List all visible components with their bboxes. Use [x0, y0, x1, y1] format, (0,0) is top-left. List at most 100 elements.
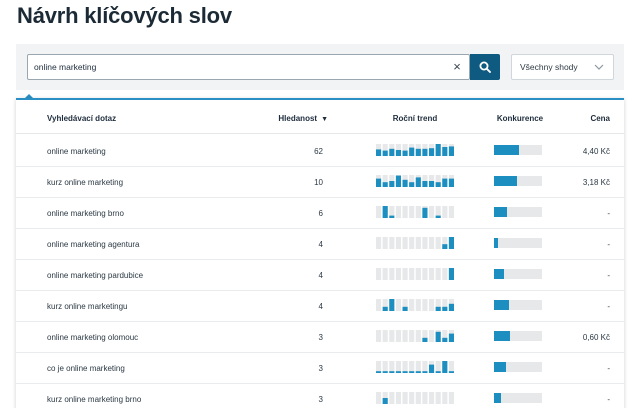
price-cell: 0,60 Kč [582, 333, 610, 342]
trend-bar-bg [409, 299, 415, 311]
results-table: Vyhledávací dotaz Hledanost ▼ Roční trend… [16, 98, 624, 408]
trend-bar-bg [429, 330, 435, 342]
trend-bar-bg [429, 237, 435, 249]
table-row[interactable]: online marketing pardubice 4 - [16, 260, 624, 291]
trend-sparkline [376, 144, 454, 156]
trend-bar-bg [448, 392, 454, 404]
volume-cell: 4 [318, 271, 323, 280]
competition-bar [494, 145, 542, 155]
trend-sparkline [376, 175, 454, 187]
column-header-query[interactable]: Vyhledávací dotaz [47, 114, 116, 123]
column-header-price[interactable]: Cena [556, 114, 610, 123]
trend-bar-bg [409, 268, 415, 280]
trend-bar-bg [395, 237, 401, 249]
trend-bar-bg [395, 392, 401, 404]
trend-bar [389, 299, 395, 311]
trend-bar [422, 337, 428, 342]
trend-sparkline [376, 206, 454, 218]
price-cell: 3,18 Kč [582, 178, 610, 187]
trend-bar [409, 371, 415, 373]
trend-bar [402, 150, 408, 156]
match-type-select[interactable]: Všechny shody [511, 54, 614, 80]
table-row[interactable]: co je online marketing 3 - [16, 353, 624, 384]
keyword-cell[interactable]: online marketing pardubice [47, 271, 143, 280]
keyword-cell[interactable]: online marketing brno [47, 209, 124, 218]
trend-bar [389, 181, 395, 187]
trend-bar-bg [382, 237, 388, 249]
trend-bar [442, 244, 448, 249]
trend-bar-bg [415, 330, 421, 342]
trend-bar [402, 179, 408, 187]
trend-sparkline [376, 392, 454, 404]
close-icon[interactable]: × [451, 60, 463, 74]
trend-bar-bg [415, 206, 421, 218]
table-row[interactable]: online marketing brno 6 - [16, 198, 624, 229]
keyword-cell[interactable]: kurz online marketing [47, 178, 123, 187]
trend-bar [442, 361, 448, 373]
table-row[interactable]: online marketing olomouc 3 0,60 Kč [16, 322, 624, 353]
trend-bar [448, 371, 454, 373]
competition-fill [494, 207, 508, 217]
competition-bar [494, 238, 542, 248]
volume-cell: 10 [314, 178, 323, 187]
keyword-cell[interactable]: co je online marketing [47, 364, 125, 373]
trend-sparkline [376, 330, 454, 342]
trend-bar-bg [415, 268, 421, 280]
keyword-cell[interactable]: online marketing olomouc [47, 333, 138, 342]
search-button[interactable] [470, 54, 500, 80]
trend-bar-bg [389, 392, 395, 404]
trend-bar [442, 337, 448, 342]
search-field[interactable]: × [27, 54, 470, 80]
trend-bar [435, 371, 441, 373]
trend-bar [422, 371, 428, 373]
page-title: Návrh klíčových slov [17, 3, 232, 28]
trend-bar [376, 178, 382, 187]
trend-bar [442, 147, 448, 156]
price-cell: 4,40 Kč [582, 147, 610, 156]
trend-sparkline [376, 237, 454, 249]
trend-bar [389, 371, 395, 373]
table-row[interactable]: online marketing 62 4,40 Kč [16, 136, 624, 167]
match-type-value: Všechny shody [520, 62, 578, 72]
sort-down-icon: ▼ [321, 116, 328, 123]
column-header-volume[interactable]: Hledanost ▼ [256, 114, 328, 123]
search-panel: × Všechny shody [16, 44, 624, 90]
trend-bar [382, 398, 388, 404]
price-cell: - [607, 209, 610, 218]
trend-bar-bg [415, 392, 421, 404]
trend-bar-bg [409, 206, 415, 218]
table-header: Vyhledávací dotaz Hledanost ▼ Roční trend… [16, 108, 624, 134]
trend-sparkline [376, 299, 454, 311]
table-row[interactable]: kurz online marketingu 4 - [16, 291, 624, 322]
column-header-competition[interactable]: Konkurence [494, 114, 546, 123]
competition-fill [494, 269, 504, 279]
competition-bar [494, 176, 542, 186]
table-row[interactable]: online marketing agentura 4 - [16, 229, 624, 260]
keyword-cell[interactable]: kurz online marketingu [47, 302, 127, 311]
trend-bar-bg [402, 268, 408, 280]
trend-bar [448, 146, 454, 156]
trend-sparkline [376, 361, 454, 373]
competition-bar [494, 362, 542, 372]
search-input[interactable] [34, 55, 444, 79]
trend-bar-bg [376, 330, 382, 342]
trend-bar [448, 303, 454, 311]
price-cell: - [607, 271, 610, 280]
volume-cell: 3 [318, 364, 323, 373]
keyword-cell[interactable]: kurz online marketing brno [47, 395, 141, 404]
volume-cell: 6 [318, 209, 323, 218]
trend-bar [415, 148, 421, 156]
trend-bar-bg [376, 237, 382, 249]
trend-bar [382, 306, 388, 311]
keyword-cell[interactable]: online marketing [47, 147, 106, 156]
search-icon [479, 61, 491, 73]
table-row[interactable]: kurz online marketing brno 3 - [16, 384, 624, 408]
trend-bar-bg [422, 237, 428, 249]
table-row[interactable]: kurz online marketing 10 3,18 Kč [16, 167, 624, 198]
keyword-cell[interactable]: online marketing agentura [47, 240, 140, 249]
trend-bar-bg [435, 392, 441, 404]
column-header-trend[interactable]: Roční trend [376, 114, 454, 123]
trend-bar [409, 147, 415, 156]
competition-fill [494, 393, 502, 403]
trend-bar-bg [376, 206, 382, 218]
